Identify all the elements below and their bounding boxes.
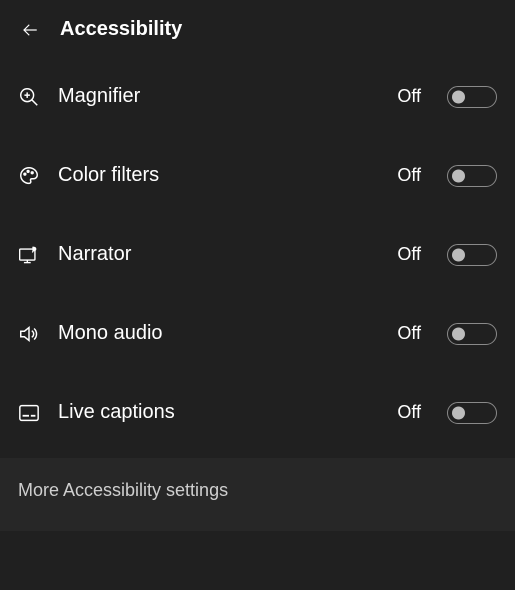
toggle-knob — [452, 90, 465, 103]
toggle-knob — [452, 169, 465, 182]
back-arrow-icon — [21, 21, 39, 39]
setting-label: Magnifier — [58, 85, 379, 108]
toggle-magnifier[interactable] — [447, 86, 497, 108]
setting-status: Off — [397, 86, 421, 107]
setting-label: Live captions — [58, 401, 379, 424]
palette-icon — [18, 165, 40, 187]
toggle-knob — [452, 248, 465, 261]
page-title: Accessibility — [60, 18, 182, 41]
setting-label: Narrator — [58, 243, 379, 266]
setting-row-color-filters[interactable]: Color filters Off — [0, 136, 515, 215]
setting-label: Mono audio — [58, 322, 379, 345]
setting-label: Color filters — [58, 164, 379, 187]
footer: More Accessibility settings — [0, 458, 515, 531]
toggle-knob — [452, 327, 465, 340]
toggle-knob — [452, 406, 465, 419]
toggle-live-captions[interactable] — [447, 402, 497, 424]
speaker-icon — [18, 323, 40, 345]
setting-row-mono-audio[interactable]: Mono audio Off — [0, 294, 515, 373]
settings-list: Magnifier Off Color filters Off — [0, 57, 515, 452]
more-accessibility-settings-link[interactable]: More Accessibility settings — [18, 480, 497, 501]
toggle-color-filters[interactable] — [447, 165, 497, 187]
setting-row-live-captions[interactable]: Live captions Off — [0, 373, 515, 452]
captions-icon — [18, 402, 40, 424]
setting-status: Off — [397, 323, 421, 344]
toggle-narrator[interactable] — [447, 244, 497, 266]
back-button[interactable] — [20, 20, 40, 40]
setting-status: Off — [397, 244, 421, 265]
magnifier-icon — [18, 86, 40, 108]
setting-status: Off — [397, 165, 421, 186]
header: Accessibility — [0, 0, 515, 57]
setting-status: Off — [397, 402, 421, 423]
toggle-mono-audio[interactable] — [447, 323, 497, 345]
narrator-icon — [18, 244, 40, 266]
setting-row-magnifier[interactable]: Magnifier Off — [0, 57, 515, 136]
setting-row-narrator[interactable]: Narrator Off — [0, 215, 515, 294]
